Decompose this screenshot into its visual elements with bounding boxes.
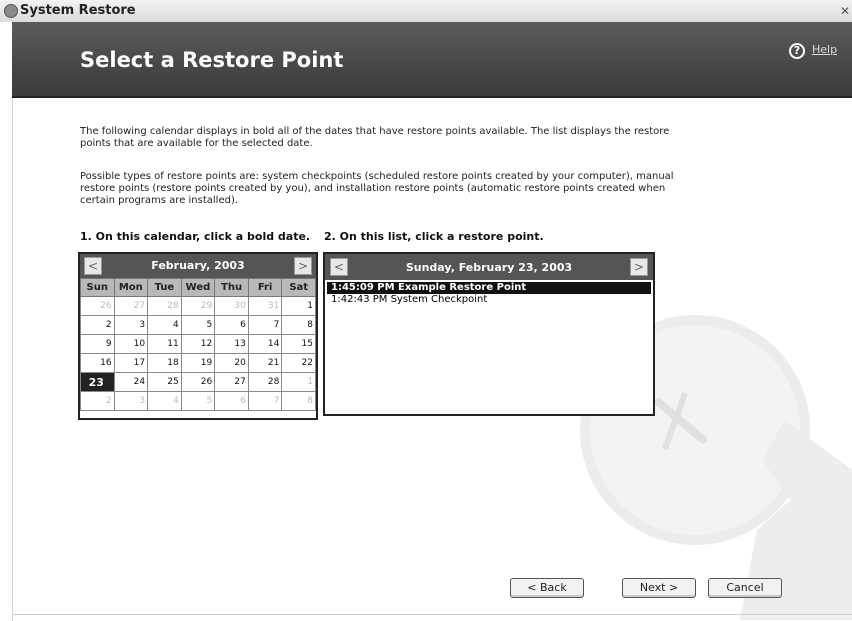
page-header: Select a Restore Point ? Help — [12, 22, 852, 98]
calendar-day[interactable]: 18 — [147, 353, 182, 373]
calendar-day[interactable]: 4 — [147, 315, 182, 335]
calendar-day[interactable]: 26 — [180, 372, 216, 392]
restore-point-item[interactable]: 1:45:09 PM Example Restore Point — [327, 282, 651, 294]
calendar-day[interactable]: 13 — [214, 334, 249, 354]
calendar-day[interactable]: 4 — [147, 391, 182, 411]
left-border — [0, 22, 13, 621]
calendar-day[interactable]: 27 — [113, 296, 149, 316]
weekday-header: Sat — [281, 278, 316, 297]
calendar-day[interactable]: 16 — [80, 353, 115, 373]
step2-label: 2. On this list, click a restore point. — [324, 230, 544, 243]
calendar-day[interactable]: 6 — [214, 315, 249, 335]
calendar-day[interactable]: 8 — [281, 315, 316, 335]
list-next-button[interactable]: > — [630, 258, 648, 276]
close-icon[interactable]: ✕ — [840, 4, 852, 18]
calendar-day[interactable]: 28 — [247, 372, 283, 392]
calendar-day[interactable]: 21 — [247, 353, 283, 373]
restore-point-name: System Checkpoint — [390, 294, 488, 305]
weekday-header: Fri — [247, 278, 283, 297]
calendar-day[interactable]: 9 — [80, 334, 115, 354]
calendar-day[interactable]: 20 — [214, 353, 249, 373]
calendar-day[interactable]: 11 — [147, 334, 182, 354]
intro-text-2: Possible types of restore points are: sy… — [80, 171, 674, 206]
restore-list-items: 1:45:09 PM Example Restore Point 1:42:43 … — [325, 282, 653, 306]
calendar-day[interactable]: 30 — [214, 296, 249, 316]
calendar-day[interactable]: 6 — [214, 391, 249, 411]
calendar-day[interactable]: 17 — [113, 353, 149, 373]
calendar-day[interactable]: 5 — [180, 315, 216, 335]
calendar-day[interactable]: 22 — [281, 353, 316, 373]
calendar-day[interactable]: 31 — [247, 296, 283, 316]
calendar-month-title: February, 2003 — [151, 259, 245, 272]
calendar-day[interactable]: 2 — [80, 391, 115, 411]
weekday-header: Thu — [214, 278, 249, 297]
calendar-week-row: 16 17 18 19 20 21 22 — [80, 353, 316, 373]
system-restore-icon — [4, 4, 18, 18]
calendar-day[interactable]: 26 — [80, 296, 115, 316]
calendar-week-row: 26 27 28 29 30 31 1 — [80, 296, 316, 316]
step1-label: 1. On this calendar, click a bold date. — [80, 230, 311, 243]
restore-point-name: Example Restore Point — [398, 282, 527, 293]
calendar-day[interactable]: 28 — [147, 296, 182, 316]
restore-point-list: < Sunday, February 23, 2003 > 1:45:09 PM… — [323, 252, 655, 416]
calendar-day[interactable]: 12 — [180, 334, 216, 354]
restore-list-header: < Sunday, February 23, 2003 > — [325, 254, 653, 280]
intro-text-1: The following calendar displays in bold … — [80, 126, 670, 149]
calendar-week-row: 2345678 — [80, 391, 316, 411]
restore-list-date-title: Sunday, February 23, 2003 — [405, 261, 573, 274]
calendar-day[interactable]: 3 — [113, 315, 149, 335]
calendar-week-row: 9 10 11 12 13 14 15 — [80, 334, 316, 354]
calendar-day[interactable]: 10 — [113, 334, 149, 354]
bottom-border — [12, 614, 852, 615]
calendar-day[interactable]: 24 — [113, 372, 149, 392]
calendar-day[interactable]: 1 — [281, 296, 316, 316]
calendar-week-row: 2345678 — [80, 315, 316, 335]
calendar-grid: Sun Mon Tue Wed Thu Fri Sat 26 27 28 29 30 31 1 2 3 4 5 6… — [80, 278, 316, 411]
calendar-header: < February, 2003 > — [80, 254, 316, 278]
cancel-button[interactable]: Cancel — [708, 578, 782, 598]
calendar-day[interactable]: 7 — [247, 391, 283, 411]
weekday-header: Wed — [180, 278, 216, 297]
calendar-day[interactable]: 27 — [214, 372, 249, 392]
calendar-day[interactable]: 23 — [80, 372, 115, 392]
page-title: Select a Restore Point — [80, 48, 344, 72]
calendar-day[interactable]: 14 — [247, 334, 283, 354]
calendar-day[interactable]: 3 — [113, 391, 149, 411]
restore-point-time: 1:45:09 PM — [331, 282, 395, 293]
calendar-day[interactable]: 15 — [281, 334, 316, 354]
title-bar: System Restore ✕ — [0, 0, 852, 23]
calendar-day[interactable]: 29 — [180, 296, 216, 316]
restore-point-time: 1:42:43 PM — [331, 294, 388, 305]
calendar-day[interactable]: 2 — [80, 315, 115, 335]
weekday-header: Tue — [147, 278, 182, 297]
weekday-header: Mon — [113, 278, 149, 297]
calendar-day[interactable]: 5 — [180, 391, 216, 411]
calendar-day[interactable]: 19 — [180, 353, 216, 373]
next-button[interactable]: Next > — [622, 578, 696, 598]
calendar-day[interactable]: 25 — [147, 372, 182, 392]
calendar: < February, 2003 > Sun Mon Tue Wed Thu Fri Sat… — [78, 252, 318, 420]
calendar-day[interactable]: 1 — [281, 372, 316, 392]
restore-point-item[interactable]: 1:42:43 PM System Checkpoint — [325, 294, 653, 306]
help-circle-icon[interactable]: ? — [789, 43, 805, 59]
calendar-day[interactable]: 7 — [247, 315, 283, 335]
help-link[interactable]: Help — [812, 43, 837, 56]
calendar-next-button[interactable]: > — [294, 257, 312, 275]
back-button[interactable]: < Back — [510, 578, 584, 598]
window-title: System Restore — [20, 3, 136, 18]
calendar-day[interactable]: 8 — [281, 391, 316, 411]
weekday-header: Sun — [80, 278, 115, 297]
calendar-week-row: 23 24 25 26 27 28 1 — [80, 372, 316, 392]
